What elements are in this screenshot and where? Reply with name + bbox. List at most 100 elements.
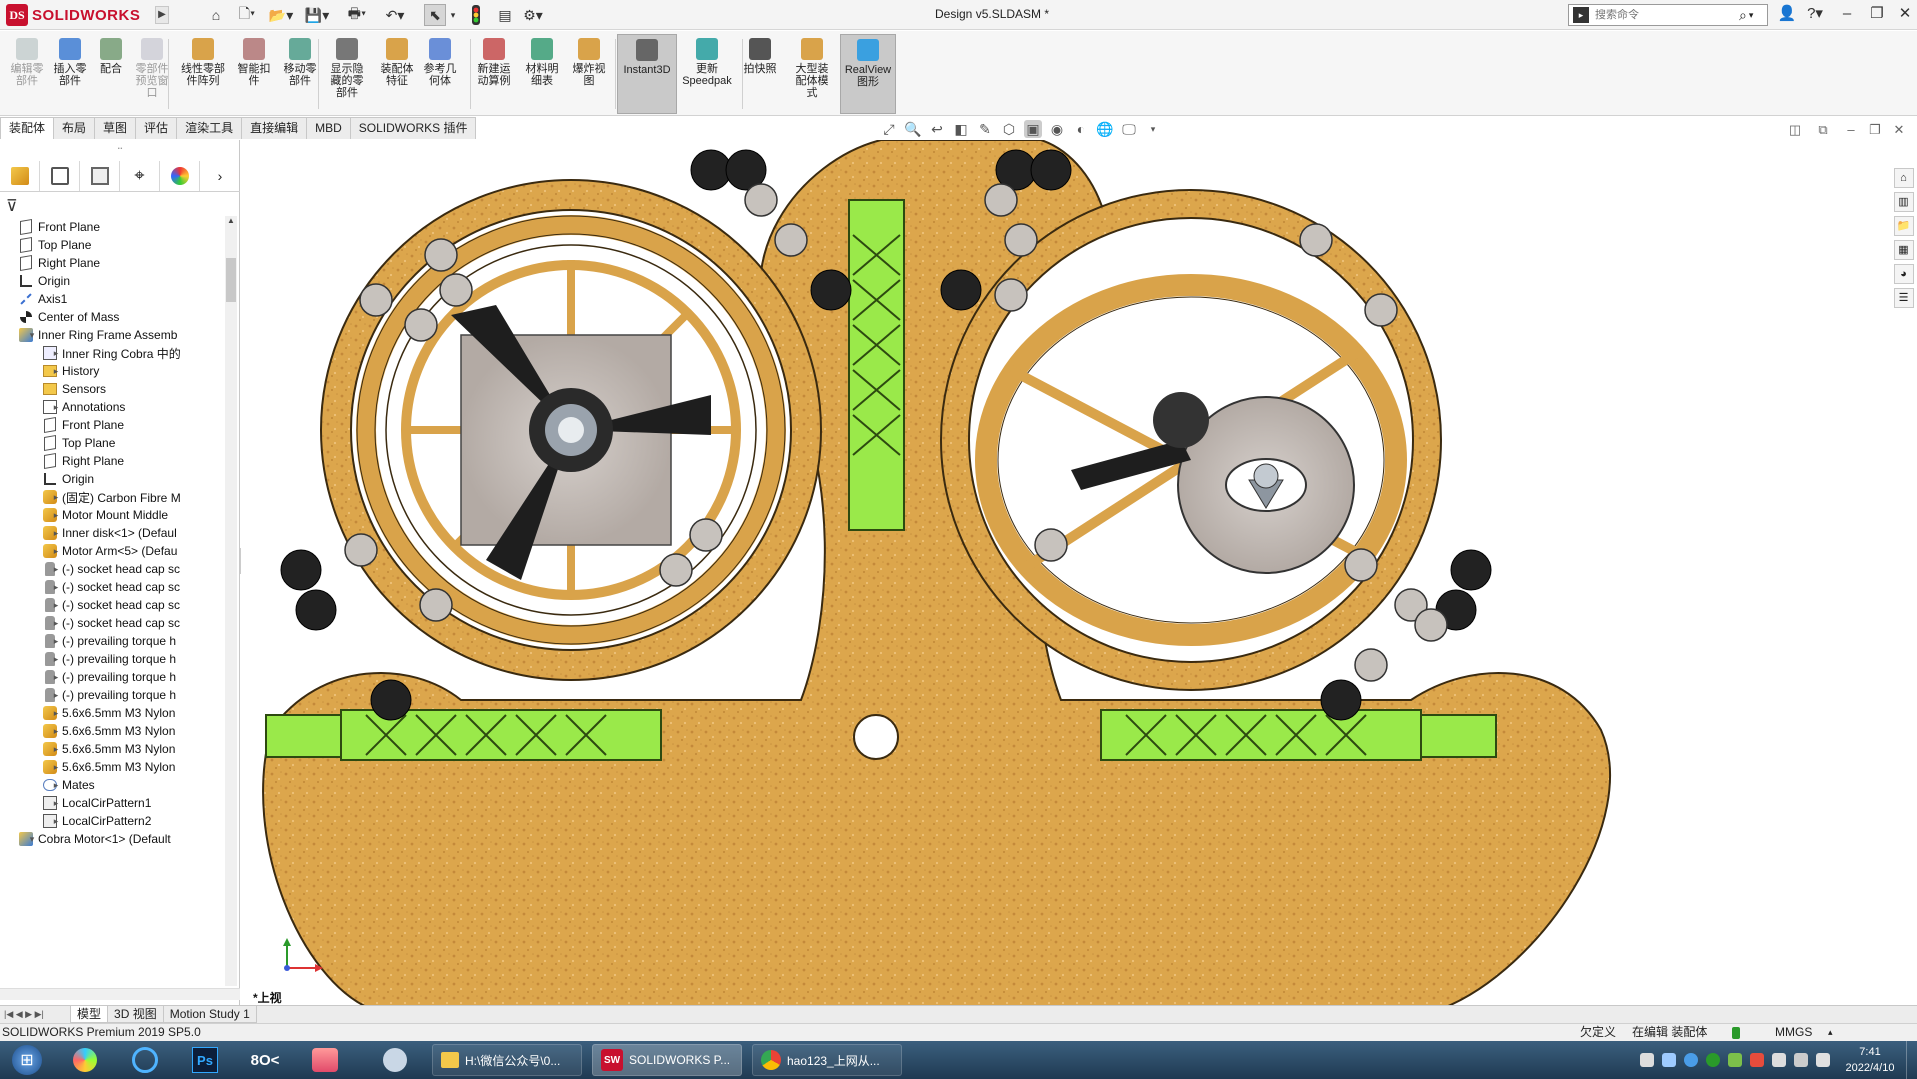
file-explorer-icon[interactable]: 📁 [1893, 216, 1914, 236]
expand-toggle-icon[interactable]: ▸ [50, 672, 62, 683]
assembly-model[interactable] [241, 140, 1887, 1009]
print-icon[interactable]: 🖶▾ [342, 4, 372, 26]
tray-wechat-icon[interactable] [1706, 1053, 1720, 1067]
ribbon-button-6[interactable]: 移动零 部件 [280, 34, 320, 114]
expand-toggle-icon[interactable]: ▸ [50, 708, 62, 719]
ribbon-button-7[interactable]: 显示隐 藏的零 部件 [325, 34, 369, 114]
menu-expand-icon[interactable]: ▶ [155, 6, 169, 24]
ribbon-button-14[interactable]: 更新 Speedpak [680, 34, 734, 114]
bottom-tab-1[interactable]: 3D 视图 [107, 1006, 164, 1023]
design-library-icon[interactable]: ▥ [1893, 192, 1914, 212]
ribbon-button-8[interactable]: 装配体 特征 [378, 34, 416, 114]
ribbon-button-1[interactable]: 插入零 部件 [50, 34, 90, 114]
options-icon[interactable]: ⚙▾ [518, 4, 548, 26]
ribbon-button-10[interactable]: 新建运 动算例 [472, 34, 516, 114]
expand-toggle-icon[interactable]: ▸ [50, 780, 62, 791]
expand-toggle-icon[interactable]: ▸ [50, 636, 62, 647]
home-icon[interactable]: ⌂ [205, 4, 227, 26]
view-orientation-icon[interactable]: ⬡ [1000, 120, 1018, 138]
expand-toggle-icon[interactable]: ▾ [26, 330, 38, 341]
hide-show-items-icon[interactable]: ◉ [1048, 120, 1066, 138]
tab-1[interactable]: 布局 [53, 117, 96, 139]
expand-toggle-icon[interactable]: ▸ [50, 726, 62, 737]
expand-toggle-icon[interactable]: ▸ [50, 798, 62, 809]
view-palette-icon[interactable]: ▦ [1893, 240, 1914, 260]
bottom-tab-2[interactable]: Motion Study 1 [162, 1006, 257, 1023]
ribbon-button-3[interactable]: 零部件 预览窗 口 [132, 34, 172, 114]
ribbon-button-9[interactable]: 参考几 何体 [420, 34, 460, 114]
expand-toggle-icon[interactable]: ▸ [50, 546, 62, 557]
previous-view-icon[interactable]: ↩ [928, 120, 946, 138]
expand-toggle-icon[interactable]: ▸ [50, 744, 62, 755]
restore-icon[interactable]: ❐ [1862, 3, 1892, 25]
start-button[interactable]: ⊞ [0, 1044, 54, 1076]
tree-horizontal-scrollbar[interactable] [0, 988, 240, 1000]
tree-item[interactable]: ▾ Cobra Motor<1> (Default [0, 828, 226, 850]
taskbar-app-tool[interactable] [368, 1044, 422, 1076]
viewport-restore-icon[interactable]: ❐ [1864, 122, 1886, 140]
tree-scrollbar-thumb[interactable] [226, 258, 236, 302]
ribbon-button-16[interactable]: 大型装 配体模 式 [790, 34, 834, 114]
taskbar-clock[interactable]: 7:41 2022/4/10 [1838, 1044, 1902, 1078]
taskbar-task-browser[interactable]: hao123_上网从... [752, 1044, 902, 1076]
search-commands[interactable]: ▸ ⌕ ▾ [1568, 4, 1768, 26]
tab-3[interactable]: 评估 [135, 117, 178, 139]
ribbon-button-0[interactable]: 编辑零 部件 [8, 34, 46, 114]
user-icon[interactable]: 👤 [1772, 3, 1802, 25]
taskbar-app-photos[interactable] [58, 1044, 112, 1076]
ribbon-button-12[interactable]: 爆炸视 图 [568, 34, 610, 114]
expand-toggle-icon[interactable]: ▸ [50, 348, 62, 359]
expand-toggle-icon[interactable]: ▸ [50, 366, 62, 377]
display-manager-tab[interactable] [160, 160, 200, 191]
ribbon-button-4[interactable]: 线性零部 件阵列 [178, 34, 228, 114]
tab-4[interactable]: 渲染工具 [176, 117, 243, 139]
tab-scroll-icon[interactable]: |◀ ◀ ▶ ▶| [0, 1009, 70, 1020]
viewport-split-icon[interactable]: ◫ [1784, 122, 1806, 140]
ribbon-button-17[interactable]: RealView 图形 [840, 34, 896, 114]
rebuild-status-icon[interactable] [1732, 1027, 1740, 1039]
status-units[interactable]: MMGS [1775, 1024, 1812, 1041]
show-desktop-button[interactable] [1906, 1041, 1917, 1079]
panel-more-tab[interactable]: › [200, 161, 240, 191]
property-manager-tab[interactable] [40, 160, 80, 191]
scroll-up-icon[interactable]: ▲ [225, 216, 237, 225]
tree-scrollbar[interactable]: ▲ [225, 216, 237, 986]
tray-display-icon[interactable] [1794, 1053, 1808, 1067]
expand-toggle-icon[interactable]: ▸ [50, 618, 62, 629]
dynamic-annotation-icon[interactable]: ✎ [976, 120, 994, 138]
tab-6[interactable]: MBD [306, 117, 351, 139]
expand-toggle-icon[interactable]: ▸ [50, 690, 62, 701]
display-style-icon[interactable]: ▣ [1024, 120, 1042, 138]
custom-properties-icon[interactable]: ☰ [1893, 288, 1914, 308]
bottom-tab-0[interactable]: 模型 [70, 1006, 109, 1023]
section-view-icon[interactable]: ◧ [952, 120, 970, 138]
expand-toggle-icon[interactable]: ▸ [50, 564, 62, 575]
zoom-to-fit-icon[interactable]: ⤢ [880, 120, 898, 138]
viewport-minimize-icon[interactable]: – [1840, 122, 1862, 140]
tab-5[interactable]: 直接编辑 [241, 117, 308, 139]
graphics-area[interactable] [241, 140, 1887, 1009]
select-icon[interactable]: ⬉ [424, 4, 446, 26]
taskbar-task-folder[interactable]: H:\微信公众号\0... [432, 1044, 582, 1076]
search-icon[interactable]: ⌕ [1739, 7, 1747, 24]
solidworks-resources-icon[interactable]: ⌂ [1893, 168, 1914, 188]
file-properties-icon[interactable]: ▤ [494, 4, 516, 26]
filter-icon[interactable]: ⊽ [6, 196, 36, 216]
ribbon-button-2[interactable]: 配合 [96, 34, 126, 114]
tray-speaker-icon[interactable] [1816, 1053, 1830, 1067]
close-icon[interactable]: ✕ [1890, 3, 1917, 25]
expand-toggle-icon[interactable]: ▸ [50, 402, 62, 413]
taskbar-app-obs[interactable]: 8O< [238, 1044, 292, 1076]
expand-toggle-icon[interactable]: ▸ [50, 528, 62, 539]
expand-toggle-icon[interactable]: ▸ [50, 816, 62, 827]
taskbar-app-photoshop[interactable]: Ps [178, 1044, 232, 1076]
ribbon-button-13[interactable]: Instant3D [617, 34, 677, 114]
tray-flag-icon[interactable] [1750, 1053, 1764, 1067]
search-input[interactable] [1595, 9, 1735, 21]
configuration-manager-tab[interactable] [80, 160, 120, 191]
minimize-icon[interactable]: – [1832, 3, 1862, 25]
expand-toggle-icon[interactable]: ▸ [50, 510, 62, 521]
ribbon-button-5[interactable]: 智能扣 件 [236, 34, 272, 114]
expand-toggle-icon[interactable]: ▸ [50, 582, 62, 593]
expand-toggle-icon[interactable]: ▸ [50, 600, 62, 611]
